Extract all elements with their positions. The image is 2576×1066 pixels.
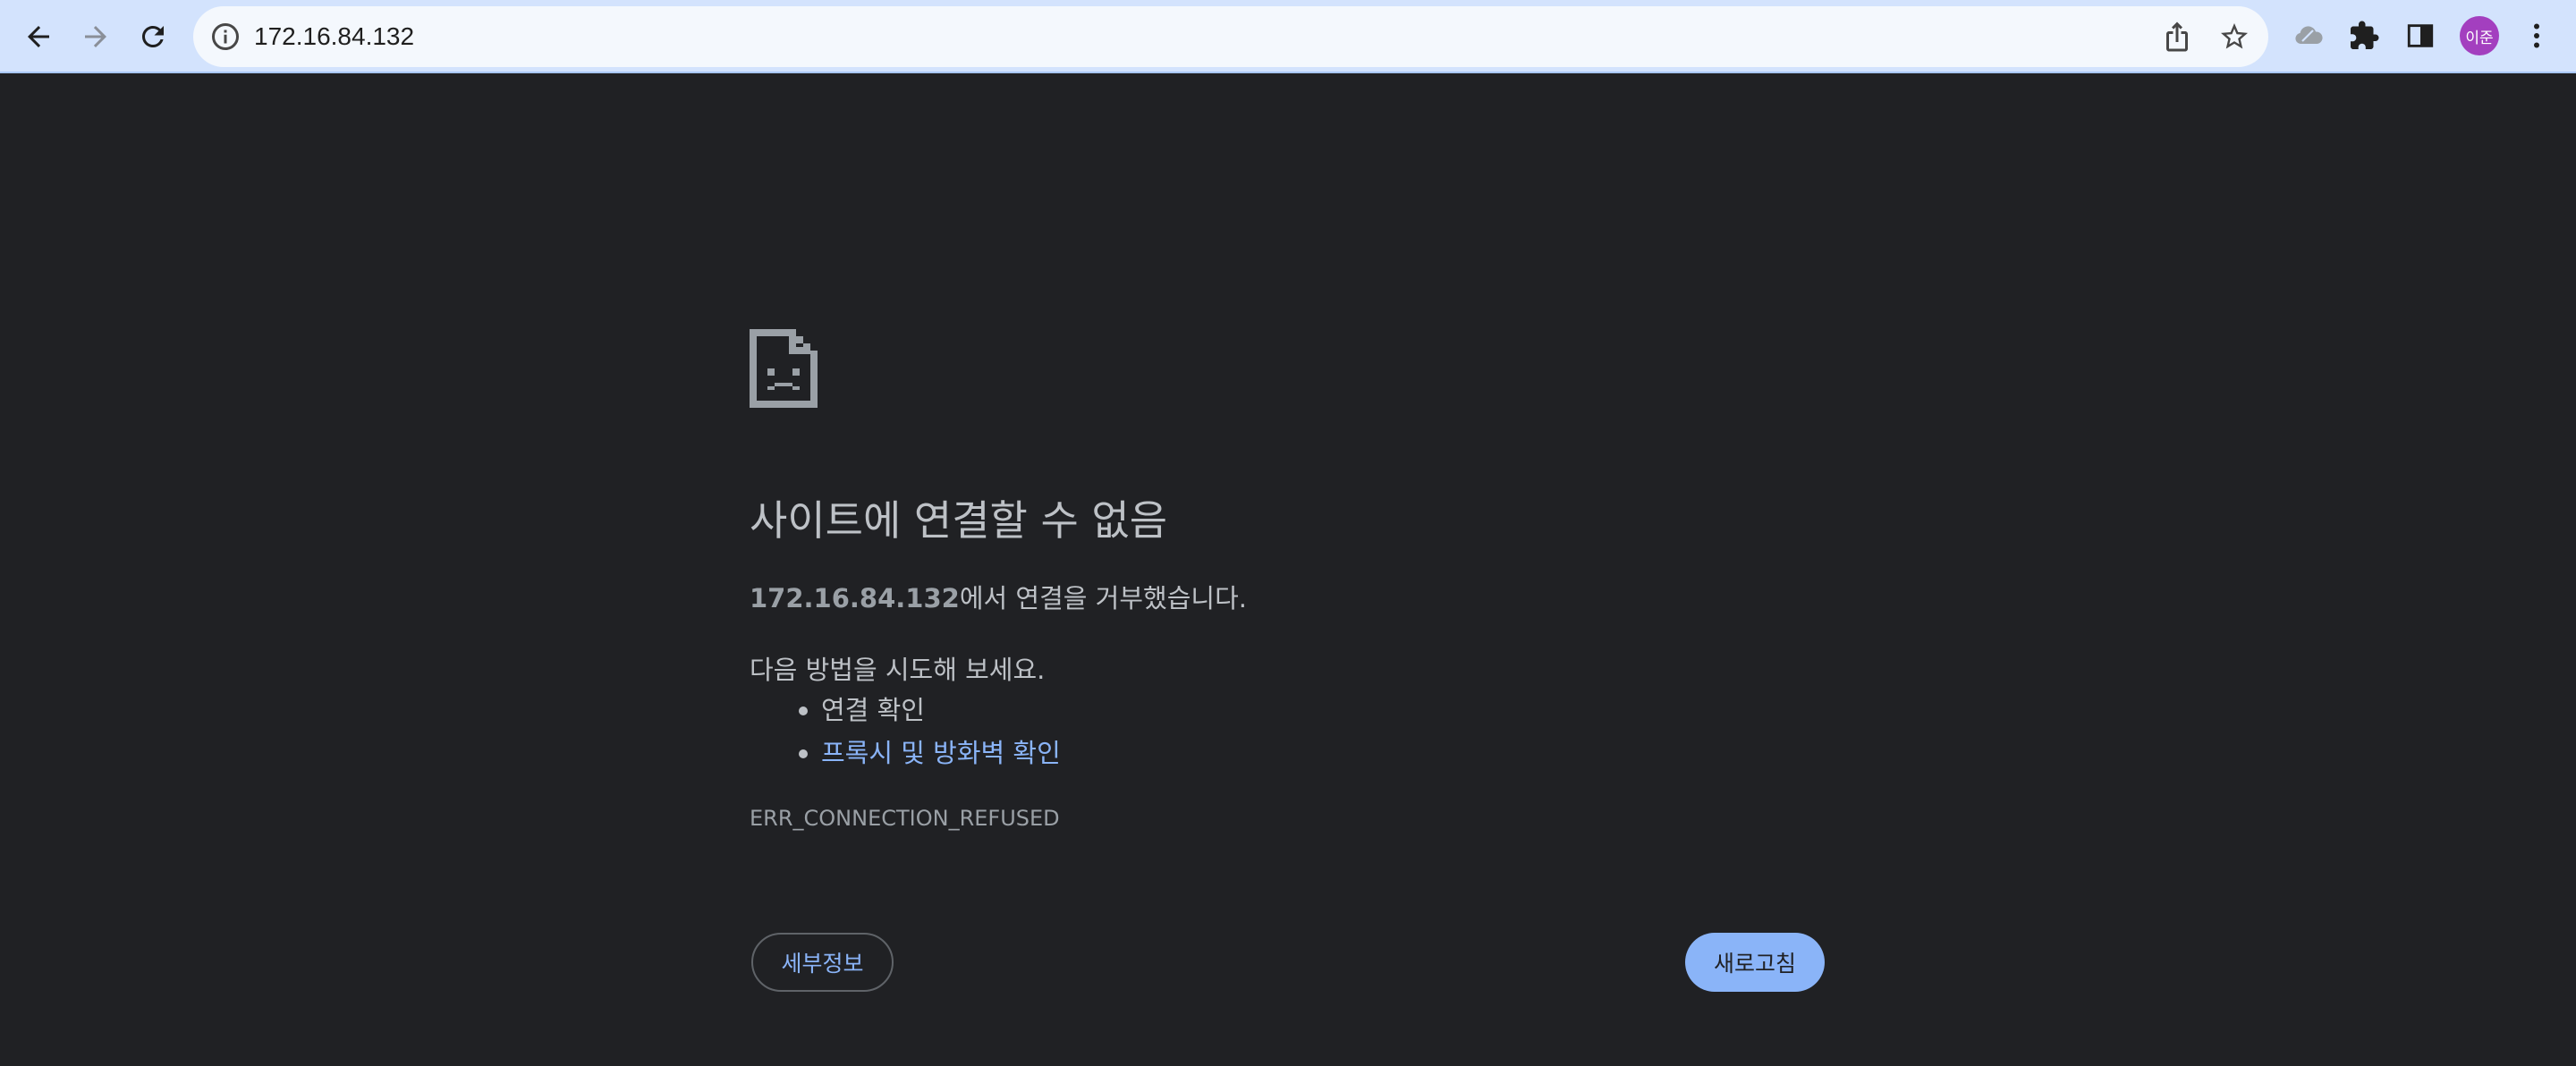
side-panel-button[interactable] xyxy=(2402,18,2438,54)
error-summary: 172.16.84.132에서 연결을 거부했습니다. xyxy=(750,578,1247,615)
puzzle-icon xyxy=(2351,21,2379,49)
reload-page-button[interactable]: 새로고침 xyxy=(1685,933,1825,992)
share-icon[interactable] xyxy=(2161,21,2193,53)
suggestions-intro: 다음 방법을 시도해 보세요. xyxy=(750,655,1046,685)
profile-avatar[interactable]: 이준 xyxy=(2460,16,2499,55)
browser-toolbar: 172.16.84.132 이준 xyxy=(0,0,2576,73)
reload-icon xyxy=(142,25,164,47)
kebab-menu-icon xyxy=(2534,23,2539,48)
side-panel-icon xyxy=(2407,24,2434,47)
error-summary-text: 에서 연결을 거부했습니다. xyxy=(959,583,1247,613)
suggestion-check-connection: 연결 확인 xyxy=(750,689,1061,732)
extension-cloud-icon xyxy=(2295,26,2323,45)
star-icon[interactable] xyxy=(2218,21,2250,53)
info-icon[interactable] xyxy=(209,21,242,53)
error-title: 사이트에 연결할 수 없음 xyxy=(750,496,1168,545)
check-proxy-firewall-link[interactable]: 프록시 및 방화벽 확인 xyxy=(821,738,1061,768)
reload-button[interactable] xyxy=(128,12,178,62)
error-code: ERR_CONNECTION_REFUSED xyxy=(750,806,1060,831)
extension-cloud-button[interactable] xyxy=(2290,18,2326,54)
browser-menu-button[interactable] xyxy=(2519,18,2555,54)
back-button[interactable] xyxy=(13,12,64,62)
url-text[interactable]: 172.16.84.132 xyxy=(254,6,414,67)
details-button[interactable]: 세부정보 xyxy=(751,933,894,992)
arrow-back-icon xyxy=(28,26,49,47)
sad-document-icon xyxy=(750,329,818,408)
suggestion-check-proxy-firewall: 프록시 및 방화벽 확인 xyxy=(750,732,1061,774)
error-host: 172.16.84.132 xyxy=(750,583,960,613)
forward-button[interactable] xyxy=(71,12,121,62)
arrow-forward-icon xyxy=(85,26,106,47)
extensions-button[interactable] xyxy=(2346,18,2382,54)
suggestions-list: 연결 확인 프록시 및 방화벽 확인 xyxy=(750,689,1061,774)
address-bar[interactable]: 172.16.84.132 xyxy=(193,6,2268,67)
suggestion-label: 연결 확인 xyxy=(821,695,925,725)
